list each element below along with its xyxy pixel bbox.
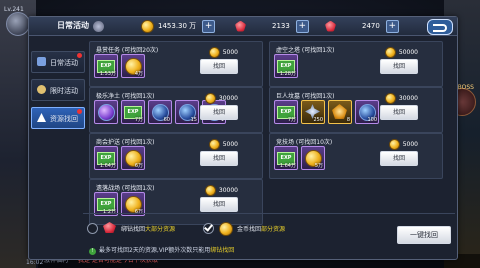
reward-item-purple-orb[interactable] (94, 100, 118, 124)
reward-item-blue-orb[interactable]: 60 (148, 100, 172, 124)
recover-button[interactable]: 找回 (200, 151, 238, 166)
card-name: 遗落战场 (可找回1次) (96, 185, 155, 192)
cost: 30000 (384, 93, 418, 104)
purple-orb-icon (98, 104, 115, 121)
daily-activity-panel: 日常活动 1453.30 万 + 2133 + 2470 + 日常活动 限时活动 (28, 16, 458, 260)
boss-label: BOSS (457, 84, 474, 91)
card-name: 竞技场 (可找回10次) (276, 139, 333, 146)
cost: 5000 (388, 139, 418, 150)
resource-gold: 1453.30 万 + (141, 19, 216, 33)
calendar-icon (37, 57, 46, 66)
ruby-icon (325, 20, 336, 32)
recovery-card-arena: 竞技场 (可找回10次) EXP 1.64万 5万 5000 找回 (269, 133, 443, 179)
close-button[interactable] (427, 19, 453, 35)
gold-coin-icon (384, 93, 396, 104)
resource-ruby: 2470 + (325, 19, 399, 33)
reward-item-coin[interactable]: 5万 (301, 146, 325, 170)
gold-crystal-icon (332, 104, 347, 119)
clock: 16:02 (26, 259, 44, 266)
add-ruby-button[interactable]: + (385, 19, 399, 33)
recovery-card-bounty: 悬赏任务 (可找回20次) EXP 1.53万 4万 5000 找回 (89, 41, 263, 87)
recover-button[interactable]: 找回 (200, 197, 238, 212)
gold-coin-icon (204, 93, 216, 104)
recover-button[interactable]: 找回 (380, 105, 418, 120)
reward-item-exp[interactable]: EXP 1.53万 (94, 54, 118, 78)
recovery-card-escort: 商会护送 (可找回1次) EXP 1.64万 6万 5000 找回 (89, 133, 263, 179)
red-gem-icon (103, 222, 116, 233)
clock-icon (37, 85, 46, 94)
option-bound-diamond-radio[interactable] (87, 223, 98, 234)
resource-red-gem: 2133 + (235, 19, 309, 33)
card-name: 悬赏任务 (可找回20次) (96, 47, 159, 54)
one-click-recover-button[interactable]: 一键找回 (397, 226, 451, 244)
player-avatar[interactable] (6, 12, 30, 36)
add-red-gem-button[interactable]: + (295, 19, 309, 33)
option-gold-radio[interactable] (203, 223, 214, 234)
gold-coins-icon (219, 222, 233, 236)
panel-title: 日常活动 (57, 21, 89, 30)
reward-item-coin[interactable]: 4万 (121, 54, 145, 78)
cost: 30000 (204, 93, 238, 104)
ruby-amount: 2470 (362, 22, 380, 30)
recovery-card-giant-tomb: 巨人坟墓 (可找回1次) EXP 7万 250 8 100 30000 找回 (269, 87, 443, 133)
card-name: 巨人坟墓 (可找回1次) (276, 93, 335, 100)
tab-label: 限时活动 (50, 87, 78, 95)
recovery-options: 绑钻找回大部分资源 金币找回部分资源 ! 最多可找回2天的资源,VIP额外次数只能… (83, 213, 455, 260)
recover-button[interactable]: 找回 (380, 151, 418, 166)
gold-amount: 1453.30 万 (158, 22, 197, 30)
reward-item-exp[interactable]: EXP 1.64万 (94, 146, 118, 170)
cost: 5000 (208, 139, 238, 150)
arrows-icon (37, 113, 46, 122)
gold-coin-icon (204, 185, 216, 196)
option-gold-label: 金币找回部分资源 (237, 226, 286, 233)
cost: 30000 (204, 185, 238, 196)
reward-item-gear[interactable]: 250 (301, 100, 325, 124)
reward-item-exp[interactable]: EXP 1.28万 (274, 54, 298, 78)
panel-header: 日常活动 1453.30 万 + 2133 + 2470 + (29, 17, 457, 36)
card-name: 虚空之塔 (可找回1次) (276, 47, 335, 54)
recover-button[interactable]: 找回 (200, 105, 238, 120)
tab-label: 资源找回 (50, 115, 78, 123)
recovery-card-paradise: 极乐净土 (可找回1次) EXP 7万 60 15 1 30000 找回 (89, 87, 263, 133)
notification-dot (77, 109, 82, 114)
reward-item-blue-orb[interactable]: 15 (175, 100, 199, 124)
add-gold-button[interactable]: + (202, 19, 216, 33)
tab-label: 日常活动 (50, 59, 78, 67)
notification-dot (77, 53, 82, 58)
gold-coin-icon (384, 47, 396, 58)
red-gem-icon (235, 20, 246, 32)
reward-item-exp[interactable]: EXP 7万 (274, 100, 298, 124)
recovery-card-void-tower: 虚空之塔 (可找回1次) EXP 1.28万 50000 找回 (269, 41, 443, 87)
red-gem-amount: 2133 (272, 22, 290, 30)
recovery-note: ! 最多可找回2天的资源,VIP额外次数只能用绑钻找回 (89, 245, 234, 255)
gold-coin-icon (208, 139, 220, 150)
option-bound-diamond-label: 绑钻找回大部分资源 (121, 226, 176, 233)
cost: 5000 (208, 47, 238, 58)
recover-button[interactable]: 找回 (380, 59, 418, 74)
diamond-icon (93, 20, 104, 32)
reward-item-exp[interactable]: EXP 7万 (121, 100, 145, 124)
gold-coin-icon (208, 47, 220, 58)
tab-daily-activity[interactable]: 日常活动 (31, 51, 85, 73)
gold-coin-icon (141, 19, 154, 33)
reward-item-coin[interactable]: 6万 (121, 146, 145, 170)
gold-coin-icon (388, 139, 400, 150)
card-name: 商会护送 (可找回1次) (96, 139, 155, 146)
reward-item-exp[interactable]: EXP 1.64万 (274, 146, 298, 170)
reward-item-gold-crystal[interactable]: 8 (328, 100, 352, 124)
info-icon: ! (89, 248, 96, 255)
tab-limited-activity[interactable]: 限时活动 (31, 79, 85, 101)
recover-button[interactable]: 找回 (200, 59, 238, 74)
tab-resource-recovery[interactable]: 资源找回 (31, 107, 85, 129)
reward-item-blue-orb[interactable]: 100 (355, 100, 379, 124)
card-name: 极乐净土 (可找回1次) (96, 93, 155, 100)
cost: 50000 (384, 47, 418, 58)
resource-diamond (93, 19, 108, 33)
